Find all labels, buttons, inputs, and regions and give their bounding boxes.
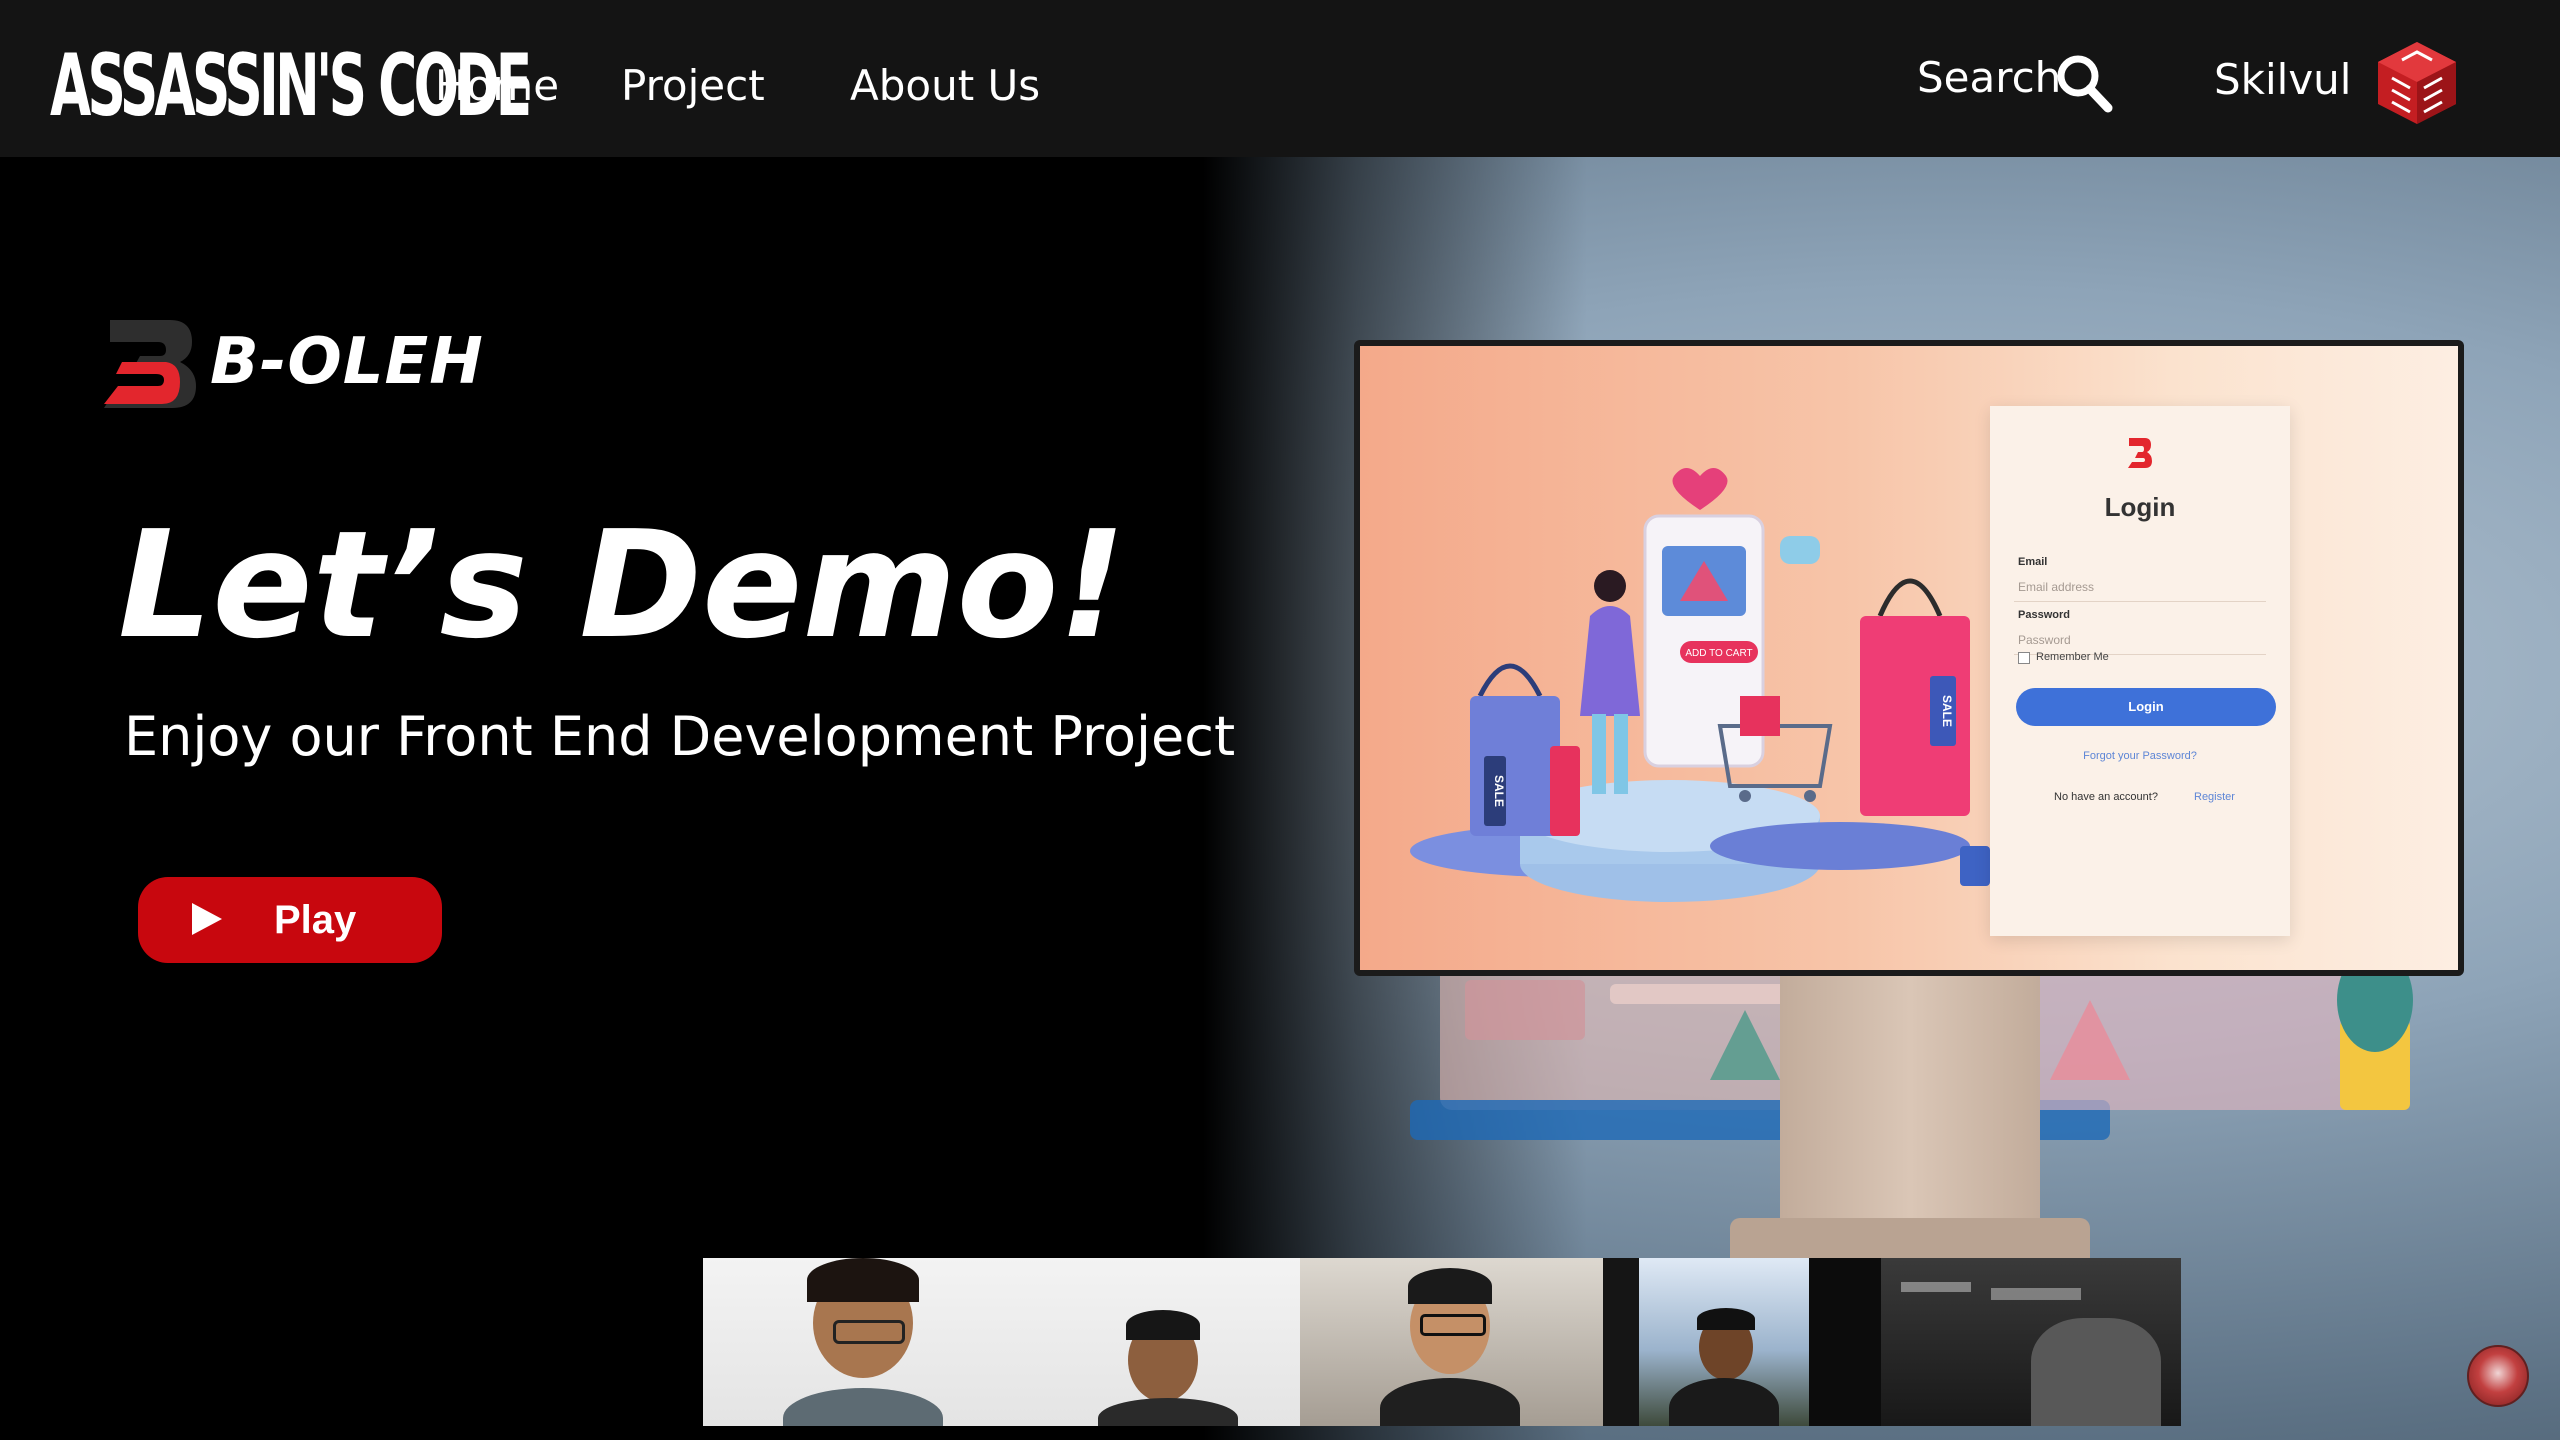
email-label: Email [2018, 556, 2048, 568]
participant-video-5 [1809, 1258, 1881, 1426]
user-name[interactable]: Skilvul [2214, 54, 2351, 106]
monitor-foot [1730, 1218, 2090, 1258]
login-logo-icon [2128, 438, 2152, 468]
play-button[interactable]: Play [138, 877, 442, 963]
skilvul-cube-icon[interactable] [2372, 38, 2462, 128]
participant-video-2 [1300, 1258, 1603, 1426]
shopping-illustration: ADD TO CART SALE SALE [1410, 468, 1990, 902]
forgot-password-link[interactable]: Forgot your Password? [1990, 750, 2290, 762]
no-account-text: No have an account? [2054, 791, 2158, 803]
participant-video-3 [1603, 1258, 1639, 1426]
password-label: Password [2018, 609, 2070, 621]
corner-avatar[interactable] [2467, 1345, 2529, 1407]
hero-title: Let’s Demo! [118, 499, 1126, 671]
demo-monitor: ADD TO CART SALE SALE Login Email Email … [1354, 340, 2464, 976]
sale-tag-left: SALE [1492, 775, 1506, 807]
login-title: Login [2104, 492, 2176, 522]
login-button[interactable]: Login [2016, 688, 2276, 726]
sale-tag-right: SALE [1940, 695, 1954, 727]
participant-video-strip [703, 1258, 2198, 1426]
nav-home[interactable]: Home [435, 60, 559, 112]
participant-video-1 [703, 1258, 1300, 1426]
search-label[interactable]: Search [1917, 52, 2061, 104]
monitor-stand [1780, 976, 2040, 1246]
participant-video-4 [1639, 1258, 1809, 1426]
search-icon[interactable] [2054, 52, 2114, 114]
email-field[interactable] [2014, 572, 2266, 602]
boleh-brand-name: B-OLEH [210, 325, 484, 399]
remember-me-checkbox[interactable] [2018, 652, 2030, 664]
add-to-cart-tag: ADD TO CART [1685, 648, 1752, 659]
login-card: Login Email Password Remember Me Login F… [1990, 406, 2290, 936]
register-link[interactable]: Register [2194, 791, 2235, 803]
monitor-screen: ADD TO CART SALE SALE Login Email Email … [1360, 346, 2458, 970]
nav-project[interactable]: Project [621, 60, 765, 112]
play-button-label: Play [274, 898, 357, 942]
top-navbar: ASSASSIN'S CODE Home Project About Us Se… [0, 0, 2560, 157]
participant-video-6 [1881, 1258, 2181, 1426]
remember-me-label: Remember Me [2036, 651, 2109, 663]
play-icon [192, 903, 222, 935]
nav-about-us[interactable]: About Us [850, 60, 1040, 112]
hero-subtitle: Enjoy our Front End Development Project [124, 705, 1236, 768]
boleh-b-logo-icon [104, 320, 196, 408]
